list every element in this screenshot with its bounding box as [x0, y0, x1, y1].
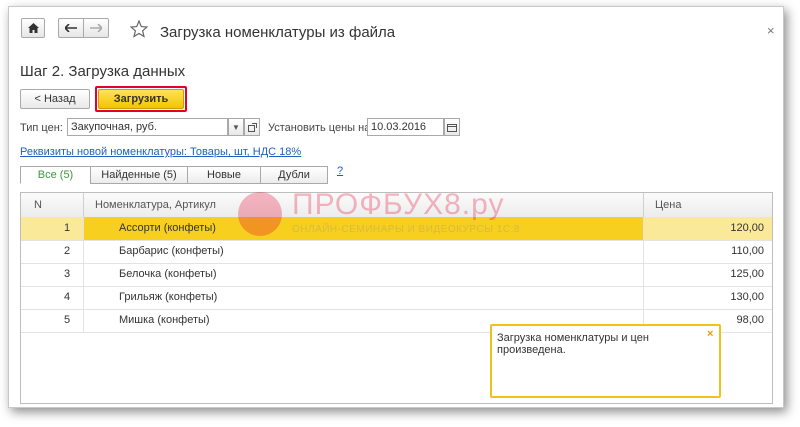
row-name: Барбарис (конфеты)	[119, 245, 224, 257]
row-price: 125,00	[730, 268, 764, 280]
close-icon[interactable]: ×	[767, 23, 775, 38]
calendar-icon	[447, 123, 457, 132]
column-header-n[interactable]: N	[34, 199, 42, 211]
row-name: Белочка (конфеты)	[119, 268, 217, 280]
help-link[interactable]: ?	[337, 165, 343, 177]
column-divider	[83, 217, 84, 332]
row-name: Ассорти (конфеты)	[119, 222, 216, 234]
tab-found[interactable]: Найденные (5)	[90, 166, 188, 184]
favorite-button[interactable]	[129, 19, 149, 41]
chevron-down-icon: ▼	[232, 122, 240, 132]
table-row[interactable]: 4 Грильяж (конфеты) 130,00	[21, 286, 772, 310]
table-row[interactable]: 3 Белочка (конфеты) 125,00	[21, 263, 772, 287]
dropdown-button[interactable]: ▼	[228, 118, 244, 136]
row-number: 1	[63, 222, 71, 234]
table-header: N Номенклатура, Артикул Цена	[21, 193, 772, 218]
column-header-name[interactable]: Номенклатура, Артикул	[95, 199, 216, 211]
forward-nav-button[interactable]	[83, 18, 109, 38]
notification-text: Загрузка номенклатуры и цен произведена.	[497, 332, 649, 356]
calendar-button[interactable]	[444, 118, 460, 136]
set-prices-label: Установить цены на:	[268, 122, 374, 134]
notification-close-icon[interactable]: ×	[707, 328, 713, 340]
column-header-price[interactable]: Цена	[655, 199, 681, 211]
row-name: Мишка (конфеты)	[119, 314, 210, 326]
row-number: 3	[63, 268, 71, 280]
window-title: Загрузка номенклатуры из файла	[160, 24, 396, 41]
arrow-right-icon	[90, 24, 102, 32]
requisites-link[interactable]: Реквизиты новой номенклатуры: Товары, шт…	[20, 146, 301, 158]
star-icon	[129, 19, 149, 38]
row-price: 130,00	[730, 291, 764, 303]
column-divider	[83, 193, 84, 217]
row-number: 5	[63, 314, 71, 326]
tab-new[interactable]: Новые	[187, 166, 261, 184]
tab-all[interactable]: Все (5)	[20, 166, 91, 184]
load-button[interactable]: Загрузить	[98, 89, 184, 109]
back-nav-button[interactable]	[58, 18, 84, 38]
step-title: Шаг 2. Загрузка данных	[20, 63, 186, 80]
row-number: 2	[63, 245, 71, 257]
row-price: 98,00	[736, 314, 764, 326]
column-divider	[643, 193, 644, 217]
row-number: 4	[63, 291, 71, 303]
set-prices-date-field[interactable]: 10.03.2016	[367, 118, 444, 136]
back-button[interactable]: < Назад	[20, 89, 90, 109]
tab-duplicates[interactable]: Дубли	[260, 166, 328, 184]
home-icon	[27, 23, 39, 33]
notification-popup: Загрузка номенклатуры и цен произведена.…	[490, 324, 721, 398]
open-button[interactable]	[244, 118, 260, 136]
open-link-icon	[247, 122, 257, 132]
price-type-label: Тип цен:	[20, 122, 63, 134]
row-price: 120,00	[730, 222, 764, 234]
row-price: 110,00	[731, 245, 764, 257]
column-divider	[643, 217, 644, 332]
arrow-left-icon	[65, 24, 77, 32]
table-row[interactable]: 2 Барбарис (конфеты) 110,00	[21, 240, 772, 264]
table-row[interactable]: 1 Ассорти (конфеты) 120,00	[21, 217, 772, 241]
price-type-field[interactable]: Закупочная, руб.	[67, 118, 228, 136]
home-button[interactable]	[21, 18, 45, 38]
row-name: Грильяж (конфеты)	[119, 291, 218, 303]
